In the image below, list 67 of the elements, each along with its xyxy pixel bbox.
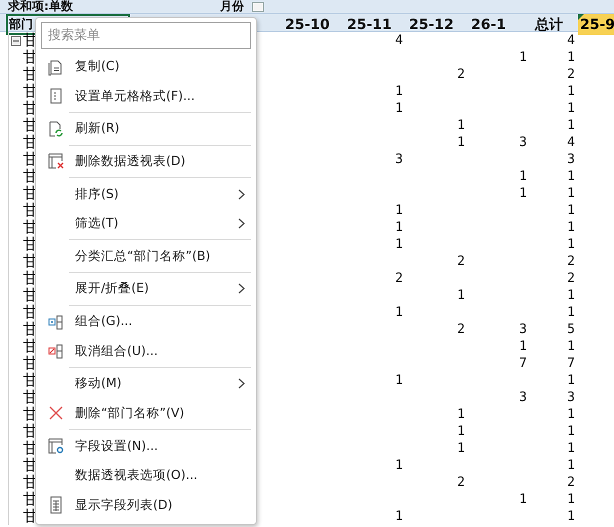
- value-cell-text: 3: [518, 135, 528, 150]
- value-cell-text: 4: [394, 33, 404, 48]
- value-cell-text: 1: [456, 407, 466, 422]
- value-cell-text: 3: [566, 390, 576, 405]
- value-cell-text: 1: [566, 101, 576, 116]
- value-cell-text: 5: [566, 322, 576, 337]
- value-cell-text: 1: [394, 101, 404, 116]
- column-header: 总计: [534, 16, 563, 32]
- value-cell-text: 1: [566, 169, 576, 184]
- value-cell-text: 3: [394, 152, 404, 167]
- value-cell-text: 1: [394, 509, 404, 524]
- value-cell-text: 1: [394, 373, 404, 388]
- value-cell-text: 1: [566, 237, 576, 252]
- value-cell-text: 1: [566, 407, 576, 422]
- value-cell-text: 7: [518, 356, 528, 371]
- value-cell-text: 3: [518, 390, 528, 405]
- value-field-label: 求和项:单数: [6, 0, 73, 13]
- column-header: 25-11: [346, 16, 392, 32]
- value-cell-text: 4: [566, 135, 576, 150]
- value-cell-text: 1: [566, 118, 576, 133]
- value-cell-text: 1: [394, 203, 404, 218]
- value-cell-text: 1: [566, 50, 576, 65]
- value-cell-text: 2: [566, 67, 576, 82]
- value-cell-text: 1: [518, 169, 528, 184]
- value-cell-text: 1: [566, 220, 576, 235]
- value-cell-text: 1: [566, 492, 576, 507]
- value-cell-text: 1: [518, 492, 528, 507]
- value-cell-text: 2: [456, 475, 466, 490]
- value-cell-text: 2: [456, 254, 466, 269]
- value-cell-text: 1: [566, 339, 576, 354]
- value-cell-text: 2: [456, 322, 466, 337]
- value-cell-text: 1: [566, 509, 576, 524]
- value-cell-text: 1: [566, 186, 576, 201]
- value-cell-text: 1: [566, 441, 576, 456]
- column-header: 25-10: [284, 16, 330, 32]
- value-cell-text: 1: [456, 118, 466, 133]
- value-cell-text: 3: [566, 152, 576, 167]
- value-cell-text: 1: [394, 305, 404, 320]
- value-cell-text: 1: [456, 135, 466, 150]
- value-cell-text: 1: [518, 339, 528, 354]
- value-cell-text: 1: [394, 237, 404, 252]
- value-cell-text: 1: [566, 458, 576, 473]
- value-cell-text: 1: [566, 203, 576, 218]
- value-cell-text: 1: [566, 373, 576, 388]
- value-cell-text: 1: [518, 50, 528, 65]
- value-cell-text: 1: [456, 441, 466, 456]
- value-cell-text: 2: [456, 67, 466, 82]
- value-cell-text: 1: [394, 458, 404, 473]
- value-cell-text: 2: [566, 254, 576, 269]
- column-header: 26-1: [470, 16, 506, 32]
- column-field-label: 月份: [219, 0, 244, 13]
- value-cell-text: 1: [566, 305, 576, 320]
- value-cell-text: 2: [394, 271, 404, 286]
- value-cell-text: 4: [566, 33, 576, 48]
- value-cell-text: 1: [394, 220, 404, 235]
- value-cell-text: 1: [394, 84, 404, 99]
- column-header: 25-12: [408, 16, 454, 32]
- value-cell-text: 1: [456, 288, 466, 303]
- value-cell-text: 3: [518, 322, 528, 337]
- value-cell-text: 1: [518, 186, 528, 201]
- value-cell-text: 1: [566, 288, 576, 303]
- value-cell-text: 1: [456, 424, 466, 439]
- value-cell-text: 1: [566, 84, 576, 99]
- value-cell-text: 2: [566, 271, 576, 286]
- value-cell-text: 7: [566, 356, 576, 371]
- value-cell-text: 2: [566, 475, 576, 490]
- value-cell-text: 1: [566, 424, 576, 439]
